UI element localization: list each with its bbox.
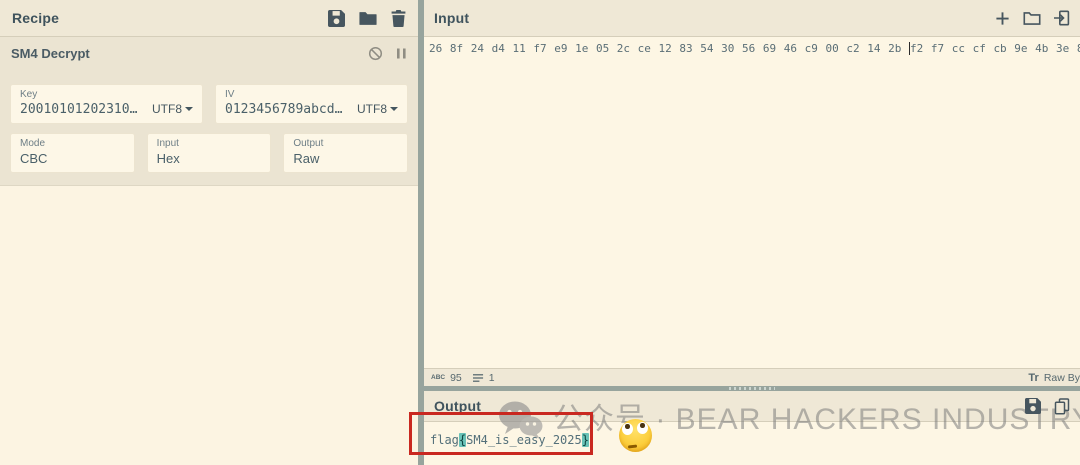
mode-label: Mode bbox=[20, 138, 125, 150]
splitter-handle-icon bbox=[729, 387, 775, 390]
emoji-eye bbox=[637, 422, 648, 434]
operation-args: Key 20010101202310… UTF8 IV 0123456789ab… bbox=[0, 69, 418, 185]
add-input-icon[interactable] bbox=[995, 11, 1010, 26]
mode-select[interactable]: Mode CBC bbox=[10, 133, 135, 173]
input-status-bar: ABC 95 1 Tr Raw By bbox=[424, 368, 1080, 386]
output-header: Output bbox=[424, 391, 1080, 422]
mode-value: CBC bbox=[20, 150, 125, 167]
input-encoding-selector[interactable]: Tr Raw By bbox=[1028, 372, 1080, 384]
open-folder-icon[interactable] bbox=[1023, 11, 1041, 26]
encoding-value: Raw By bbox=[1044, 372, 1080, 384]
flag-body: SM4_is_easy_2025 bbox=[466, 433, 582, 447]
emoji-mouth bbox=[628, 445, 637, 448]
input-textarea[interactable]: 26 8f 24 d4 11 f7 e9 1e 05 2c ce 12 83 5… bbox=[424, 38, 1080, 368]
iv-field[interactable]: IV 0123456789abcd… UTF8 bbox=[215, 84, 408, 124]
input-header: Input bbox=[424, 0, 1080, 37]
flag-close-brace: } bbox=[582, 433, 589, 447]
input-title: Input bbox=[434, 10, 469, 26]
key-field[interactable]: Key 20010101202310… UTF8 bbox=[10, 84, 203, 124]
line-count: 1 bbox=[489, 372, 495, 384]
operation-header[interactable]: SM4 Decrypt bbox=[0, 37, 418, 69]
char-count-icon: ABC bbox=[431, 374, 445, 381]
open-file-icon[interactable] bbox=[1054, 10, 1070, 26]
output-text: flag{SM4_is_easy_2025} bbox=[424, 422, 1080, 447]
eye-roll-emoji bbox=[619, 419, 652, 452]
encoding-icon: Tr bbox=[1028, 372, 1038, 384]
input-format-value: Hex bbox=[157, 150, 262, 167]
copy-output-icon[interactable] bbox=[1054, 398, 1070, 415]
key-label: Key bbox=[20, 89, 193, 101]
key-value[interactable]: 20010101202310… bbox=[20, 101, 137, 118]
save-icon[interactable] bbox=[328, 10, 345, 27]
recipe-panel: Recipe SM4 Decrypt bbox=[0, 0, 418, 465]
input-panel: Input 26 8f 24 d4 11 f7 e9 1e 05 2c ce 1… bbox=[424, 0, 1080, 386]
output-title: Output bbox=[434, 398, 481, 414]
output-format-value: Raw bbox=[293, 150, 398, 167]
recipe-list-empty-area bbox=[0, 186, 418, 465]
input-format-select[interactable]: Input Hex bbox=[147, 133, 272, 173]
flag-prefix: flag bbox=[430, 433, 459, 447]
chevron-down-icon bbox=[185, 107, 193, 111]
output-format-label: Output bbox=[293, 138, 398, 150]
breakpoint-pause-icon[interactable] bbox=[396, 47, 407, 60]
key-encoding-dropdown[interactable]: UTF8 bbox=[152, 102, 193, 116]
iv-encoding-dropdown[interactable]: UTF8 bbox=[357, 102, 398, 116]
output-panel: Output flag{SM4_is_easy_2025} bbox=[424, 391, 1080, 465]
operation-sm4-decrypt[interactable]: SM4 Decrypt Key 20010101202310… bbox=[0, 37, 418, 186]
open-folder-icon[interactable] bbox=[359, 11, 377, 26]
output-format-select[interactable]: Output Raw bbox=[283, 133, 408, 173]
char-count: 95 bbox=[450, 372, 462, 384]
save-output-icon[interactable] bbox=[1025, 398, 1041, 414]
input-format-label: Input bbox=[157, 138, 262, 150]
delete-icon[interactable] bbox=[391, 10, 406, 27]
recipe-title: Recipe bbox=[12, 10, 59, 26]
chevron-down-icon bbox=[390, 107, 398, 111]
cyberchef-app: Recipe SM4 Decrypt bbox=[0, 0, 1080, 465]
iv-value[interactable]: 0123456789abcd… bbox=[225, 101, 342, 118]
input-text: 26 8f 24 d4 11 f7 e9 1e 05 2c ce 12 83 5… bbox=[429, 42, 1080, 55]
emoji-eye bbox=[622, 423, 633, 435]
recipe-header: Recipe bbox=[0, 0, 418, 37]
operation-title: SM4 Decrypt bbox=[11, 46, 90, 61]
disable-icon[interactable] bbox=[368, 46, 383, 61]
iv-label: IV bbox=[225, 89, 398, 101]
line-count-icon bbox=[473, 373, 484, 383]
